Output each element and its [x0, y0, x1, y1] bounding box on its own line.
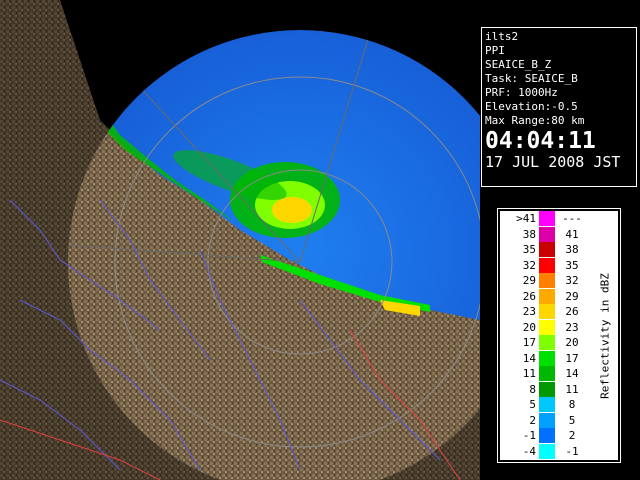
legend-row: 14 17 [500, 350, 590, 367]
legend-row: 32 35 [500, 257, 590, 274]
legend-row: >41 --- [500, 211, 590, 227]
legend-color-swatch [539, 397, 555, 412]
legend-high-value: 29 [565, 289, 579, 303]
legend-low-value: 11 [522, 367, 536, 380]
radar-ppi-display [0, 0, 480, 480]
legend-high-value: 32 [565, 274, 579, 287]
legend-color-swatch [539, 350, 555, 366]
scan-type: PPI [485, 44, 505, 57]
legend-color-swatch [539, 335, 555, 350]
reflectivity-legend: >41 --- 38 41 35 38 32 35 29 32 26 29 23 26 20 23 17 20 14… [497, 208, 621, 463]
legend-row: 11 14 [500, 366, 590, 382]
legend-row: -4 -1 [500, 443, 590, 460]
legend-color-swatch [539, 257, 555, 273]
legend-color-swatch [539, 319, 555, 335]
legend-low-value: -4 [522, 444, 536, 458]
legend-low-value: 8 [529, 382, 536, 396]
legend-low-value: 38 [522, 227, 536, 241]
elevation-value: Elevation:-0.5 [485, 100, 578, 113]
legend-high-value: --- [562, 212, 582, 225]
legend-row: 58 [500, 397, 590, 413]
radar-info-panel: ilts2 PPI SEAICE_B_Z Task: SEAICE_B PRF:… [481, 27, 637, 187]
legend-high-value: 23 [565, 320, 579, 334]
legend-color-swatch [539, 443, 555, 459]
legend-row: 35 38 [500, 242, 590, 258]
radar-map [0, 0, 480, 480]
legend-row: 29 32 [500, 273, 590, 289]
legend-high-value: 11 [565, 382, 579, 396]
legend-unit-label-box: Reflectivity in dBZ [592, 211, 618, 460]
legend-color-swatch [539, 304, 555, 319]
legend-row: 25 [500, 412, 590, 429]
legend-color-swatch [539, 211, 555, 226]
legend-low-value: >41 [516, 212, 536, 225]
legend-high-value: 5 [568, 413, 576, 427]
legend-color-swatch [539, 226, 555, 242]
legend-low-value: -1 [522, 429, 536, 442]
legend-high-value: 2 [568, 429, 576, 442]
legend-high-value: 14 [565, 367, 579, 380]
legend-high-value: 26 [565, 305, 579, 318]
legend-row: 23 26 [500, 304, 590, 320]
legend-high-value: 35 [565, 258, 579, 272]
legend-row: 17 20 [500, 335, 590, 351]
legend-color-swatch [539, 242, 555, 257]
product-name: SEAICE_B_Z [485, 58, 552, 71]
scan-date: 17 JUL 2008 JST [485, 153, 621, 171]
legend-unit-label: Reflectivity in dBZ [598, 272, 612, 399]
legend-low-value: 5 [529, 398, 536, 411]
legend-high-value: 17 [565, 351, 579, 365]
scan-time: 04:04:11 [485, 128, 596, 154]
legend-low-value: 32 [522, 258, 536, 272]
legend-high-value: -1 [565, 444, 579, 458]
legend-low-value: 20 [522, 320, 536, 334]
max-range-value: Max Range:80 km [485, 114, 585, 127]
prf-value: PRF: 1000Hz [485, 86, 558, 99]
legend-color-swatch [539, 412, 555, 428]
legend-color-swatch [539, 366, 555, 381]
legend-color-swatch [539, 273, 555, 288]
legend-color-swatch [539, 381, 555, 397]
legend-high-value: 38 [565, 243, 579, 256]
legend-row: -1 2 [500, 428, 590, 444]
legend-color-swatch [539, 288, 555, 304]
radar-id: ilts2 [485, 30, 519, 43]
legend-low-value: 35 [522, 243, 536, 256]
legend-row: 20 23 [500, 319, 590, 336]
legend-low-value: 2 [529, 413, 536, 427]
legend-row: 26 29 [500, 288, 590, 305]
echo-cell-core [272, 197, 312, 223]
legend-row: 38 41 [500, 226, 590, 243]
legend-low-value: 29 [522, 274, 536, 287]
legend-low-value: 17 [522, 336, 536, 349]
legend-low-value: 26 [522, 289, 536, 303]
task-name: Task: SEAICE_B [485, 72, 578, 85]
legend-high-value: 41 [565, 227, 579, 241]
legend-color-swatch [539, 428, 555, 443]
legend-low-value: 14 [522, 351, 536, 365]
legend-high-value: 8 [568, 398, 576, 411]
legend-low-value: 23 [522, 305, 536, 318]
legend-body: >41 --- 38 41 35 38 32 35 29 32 26 29 23 26 20 23 17 20 14… [500, 211, 618, 460]
legend-row: 8 11 [500, 381, 590, 398]
legend-high-value: 20 [565, 336, 579, 349]
